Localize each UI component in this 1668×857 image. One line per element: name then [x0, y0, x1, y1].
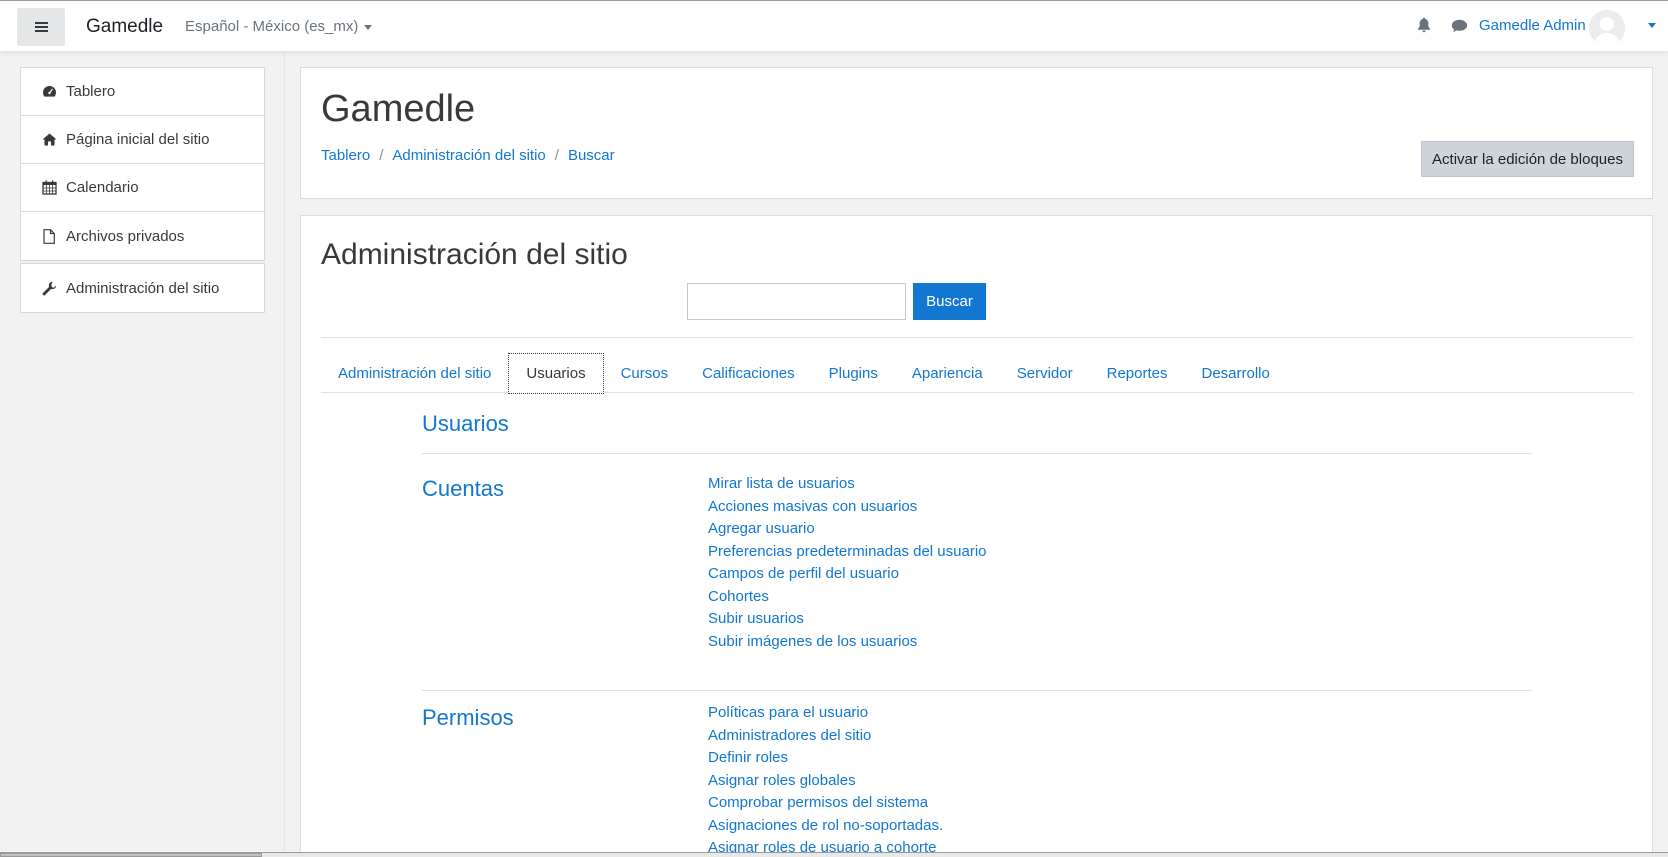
file-icon — [41, 228, 57, 244]
user-menu-chevron-icon[interactable] — [1648, 23, 1656, 28]
page-title: Gamedle — [321, 88, 476, 130]
cuentas-link-list: Mirar lista de usuarios Acciones masivas… — [708, 473, 987, 653]
link-campos-perfil[interactable]: Campos de perfil del usuario — [708, 563, 987, 586]
horizontal-scrollbar[interactable] — [0, 852, 1668, 857]
drawer-item-tablero[interactable]: Tablero — [21, 68, 264, 116]
permisos-link-list: Políticas para el usuario Administradore… — [708, 702, 943, 857]
language-label: Español - México (es_mx) — [185, 18, 359, 35]
breadcrumb-item-administracion[interactable]: Administración del sitio — [392, 147, 545, 164]
usuarios-heading-link[interactable]: Usuarios — [422, 411, 509, 437]
drawer-item-label: Calendario — [66, 179, 139, 196]
user-menu-name[interactable]: Gamedle Admin — [1479, 17, 1586, 34]
breadcrumb-separator: / — [379, 147, 384, 164]
tab-calificaciones[interactable]: Calificaciones — [685, 353, 812, 393]
drawer-item-label: Administración del sitio — [66, 279, 220, 297]
link-acciones-masivas[interactable]: Acciones masivas con usuarios — [708, 496, 987, 519]
drawer-item-label: Página inicial del sitio — [66, 131, 210, 148]
tab-usuarios[interactable]: Usuarios — [508, 353, 604, 394]
dashboard-gauge-icon — [41, 84, 57, 100]
drawer-toggle-button[interactable] — [17, 8, 65, 46]
cuentas-heading-link[interactable]: Cuentas — [422, 476, 504, 502]
link-subir-imagenes[interactable]: Subir imágenes de los usuarios — [708, 631, 987, 654]
scrollbar-thumb[interactable] — [0, 853, 262, 857]
page-header: Gamedle Tablero / Administración del sit… — [300, 67, 1653, 199]
tab-reportes[interactable]: Reportes — [1090, 353, 1185, 393]
chat-bubble-icon[interactable] — [1451, 19, 1468, 37]
drawer-item-label: Archivos privados — [66, 227, 185, 245]
top-navbar: Gamedle Español - México (es_mx) Gamedle… — [0, 0, 1668, 51]
divider — [422, 453, 1532, 454]
drawer-primary-nav: Tablero Página inicial del sitio Calenda… — [20, 67, 265, 261]
drawer-item-calendario[interactable]: Calendario — [21, 164, 264, 212]
permisos-heading-link[interactable]: Permisos — [422, 705, 514, 731]
link-agregar-usuario[interactable]: Agregar usuario — [708, 518, 987, 541]
link-preferencias-predeterminadas[interactable]: Preferencias predeterminadas del usuario — [708, 541, 987, 564]
user-avatar-icon[interactable] — [1589, 10, 1625, 46]
breadcrumb: Tablero / Administración del sitio / Bus… — [321, 147, 615, 164]
tab-desarrollo[interactable]: Desarrollo — [1184, 353, 1286, 393]
drawer-item-archivos-privados[interactable]: Archivos privados — [21, 212, 264, 260]
tab-cursos[interactable]: Cursos — [604, 353, 686, 393]
link-asignaciones-no-soportadas[interactable]: Asignaciones de rol no-soportadas. — [708, 815, 943, 838]
drawer-item-pagina-inicial[interactable]: Página inicial del sitio — [21, 116, 264, 164]
admin-search-input[interactable] — [687, 283, 906, 320]
link-comprobar-permisos[interactable]: Comprobar permisos del sistema — [708, 792, 943, 815]
link-administradores-sitio[interactable]: Administradores del sitio — [708, 725, 943, 748]
toggle-block-editing-button[interactable]: Activar la edición de bloques — [1421, 141, 1634, 177]
chevron-down-icon — [364, 24, 373, 30]
tab-administracion-del-sitio[interactable]: Administración del sitio — [321, 353, 508, 393]
tab-servidor[interactable]: Servidor — [1000, 353, 1090, 393]
drawer-item-label: Tablero — [66, 83, 116, 100]
breadcrumb-separator: / — [554, 147, 559, 164]
wrench-icon — [41, 280, 57, 296]
link-politicas-usuario[interactable]: Políticas para el usuario — [708, 702, 943, 725]
language-selector[interactable]: Español - México (es_mx) — [185, 18, 373, 35]
site-brand[interactable]: Gamedle — [86, 16, 163, 38]
admin-tabs: Administración del sitio Usuarios Cursos… — [321, 353, 1633, 394]
calendar-icon — [41, 180, 57, 196]
drawer-item-administracion[interactable]: Administración del sitio — [21, 264, 264, 312]
link-definir-roles[interactable]: Definir roles — [708, 747, 943, 770]
link-mirar-lista-usuarios[interactable]: Mirar lista de usuarios — [708, 473, 987, 496]
link-asignar-roles-globales[interactable]: Asignar roles globales — [708, 770, 943, 793]
link-cohortes[interactable]: Cohortes — [708, 586, 987, 609]
hamburger-icon — [34, 22, 48, 32]
drawer-secondary-nav: Administración del sitio — [20, 263, 265, 313]
tab-plugins[interactable]: Plugins — [812, 353, 895, 393]
tab-apariencia[interactable]: Apariencia — [895, 353, 1000, 393]
breadcrumb-item-tablero[interactable]: Tablero — [321, 147, 370, 164]
divider — [321, 337, 1633, 338]
bell-icon[interactable] — [1417, 17, 1431, 37]
divider — [422, 690, 1532, 691]
admin-content: Administración del sitio Buscar Administ… — [300, 215, 1653, 857]
admin-heading: Administración del sitio — [321, 238, 628, 271]
breadcrumb-item-buscar[interactable]: Buscar — [568, 147, 615, 164]
nav-drawer: Tablero Página inicial del sitio Calenda… — [0, 51, 285, 857]
home-icon — [41, 132, 57, 148]
admin-search-button[interactable]: Buscar — [913, 283, 986, 320]
link-subir-usuarios[interactable]: Subir usuarios — [708, 608, 987, 631]
